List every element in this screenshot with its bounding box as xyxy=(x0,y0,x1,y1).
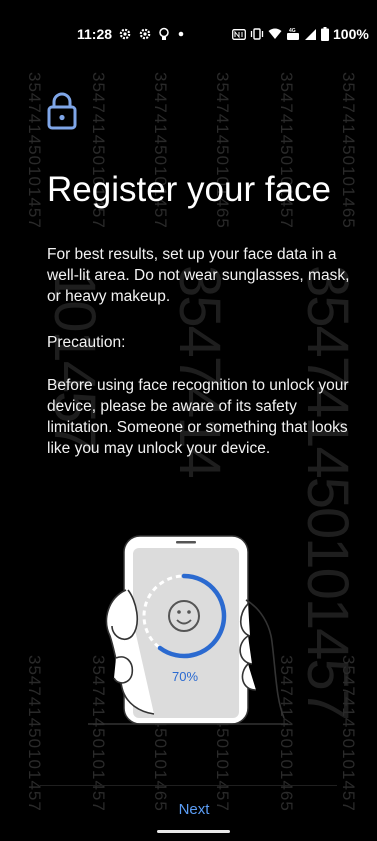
settings-icon xyxy=(138,27,152,41)
wifi-icon xyxy=(268,28,282,40)
watermark-column: 354741450101457 xyxy=(25,655,44,812)
watermark-column: 354741450101465 xyxy=(339,72,358,229)
battery-percentage: 100% xyxy=(333,26,369,42)
nfc-icon xyxy=(232,28,246,40)
precaution-heading: Precaution: xyxy=(47,334,126,351)
dot-icon xyxy=(176,29,186,39)
footer-divider xyxy=(40,785,337,786)
status-bar: 11:28 4G 100% xyxy=(0,0,377,70)
settings-icon xyxy=(118,27,132,41)
battery-icon xyxy=(321,27,329,41)
volte-icon: 4G xyxy=(286,27,300,41)
svg-text:4G: 4G xyxy=(289,28,296,34)
tip-text: For best results, set up your face data … xyxy=(47,246,350,305)
status-bar-left: 11:28 xyxy=(77,26,186,42)
watermark-column: 354741450101457 xyxy=(25,72,44,229)
progress-percentage: 70% xyxy=(172,669,199,684)
bulb-icon xyxy=(158,27,170,42)
vibrate-icon xyxy=(250,28,264,40)
watermark-column: 354741450101457 xyxy=(339,655,358,812)
signal-icon xyxy=(304,28,317,41)
status-time: 11:28 xyxy=(77,26,113,42)
face-scan-illustration xyxy=(88,528,288,728)
precaution-text: Before using face recognition to unlock … xyxy=(47,377,349,457)
next-button[interactable]: Next xyxy=(164,794,224,824)
status-bar-right: 4G 100% xyxy=(232,26,369,42)
page-title: Register your face xyxy=(47,170,332,209)
lock-icon xyxy=(46,92,78,130)
home-indicator[interactable] xyxy=(157,830,230,833)
